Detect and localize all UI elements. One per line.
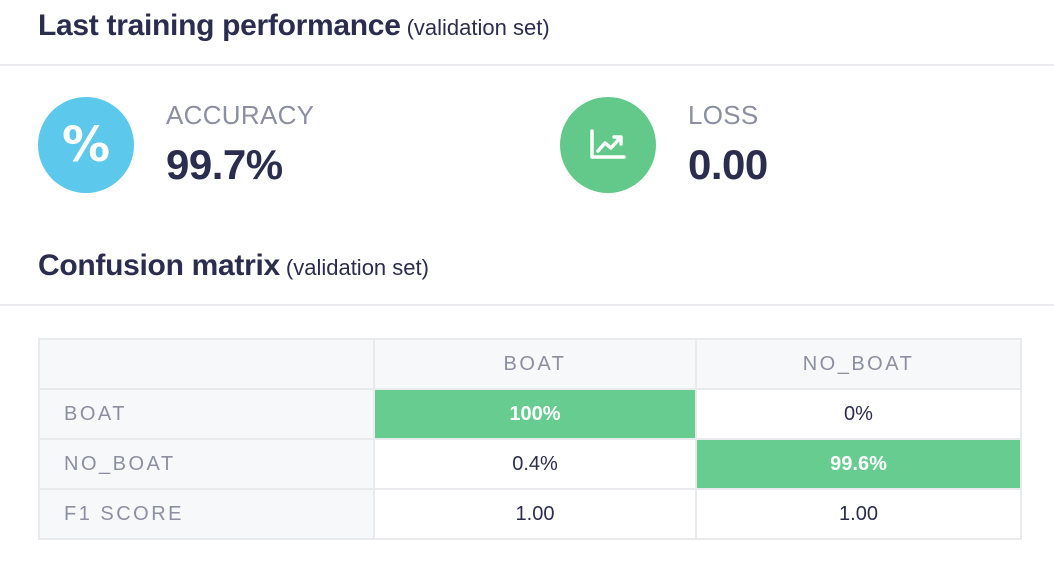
loss-value: 0.00 <box>688 141 768 188</box>
table-row: NO_BOAT 0.4% 99.6% <box>38 438 1022 490</box>
loss-label: LOSS <box>688 100 759 130</box>
f1-score-cell: 1.00 <box>373 488 697 540</box>
corner-cell <box>38 338 375 390</box>
confusion-matrix-table: BOAT NO_BOAT BOAT 100% 0% NO_BOAT 0.4% 9… <box>38 338 1022 540</box>
accuracy-label: ACCURACY <box>166 100 315 130</box>
matrix-cell: 100% <box>373 388 697 440</box>
trending-chart-icon <box>560 97 656 193</box>
matrix-cell: 0% <box>695 388 1022 440</box>
column-header: NO_BOAT <box>695 338 1022 390</box>
confusion-heading: Confusion matrix (validation set) <box>38 249 429 283</box>
column-header: BOAT <box>373 338 697 390</box>
divider <box>0 64 1054 66</box>
divider <box>0 304 1054 306</box>
table-row: F1 SCORE 1.00 1.00 <box>38 488 1022 540</box>
training-performance-panel: Last training performance (validation set… <box>0 0 1054 574</box>
accuracy-value: 99.7% <box>166 141 283 188</box>
table-row: BOAT 100% 0% <box>38 388 1022 440</box>
f1-score-cell: 1.00 <box>695 488 1022 540</box>
matrix-cell: 0.4% <box>373 438 697 490</box>
row-header: BOAT <box>38 388 375 440</box>
confusion-subtitle: (validation set) <box>285 255 429 280</box>
matrix-cell: 99.6% <box>695 438 1022 490</box>
row-header: F1 SCORE <box>38 488 375 540</box>
table-header-row: BOAT NO_BOAT <box>38 338 1022 390</box>
performance-subtitle: (validation set) <box>406 15 550 40</box>
percent-icon: % <box>38 97 134 193</box>
row-header: NO_BOAT <box>38 438 375 490</box>
performance-heading: Last training performance (validation set… <box>38 9 550 43</box>
performance-title: Last training performance <box>38 9 401 42</box>
confusion-title: Confusion matrix <box>38 249 280 282</box>
